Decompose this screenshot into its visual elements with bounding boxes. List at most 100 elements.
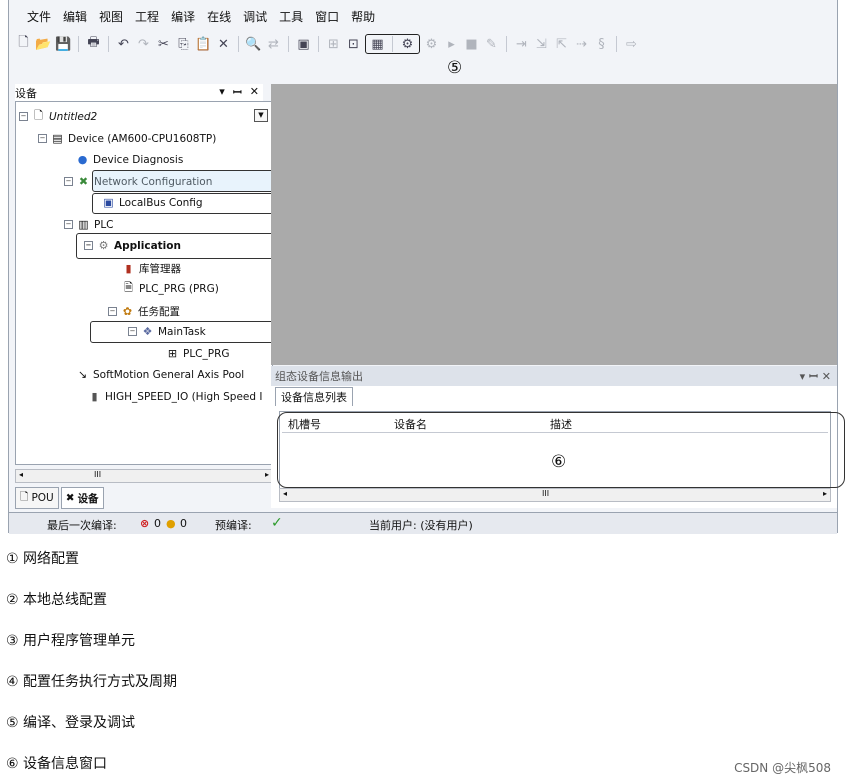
scroll-right-icon[interactable]: ▸ <box>823 489 827 498</box>
build-icon[interactable]: ▦ <box>369 36 386 53</box>
cut-icon[interactable]: ✂ <box>155 36 172 53</box>
run-to-cursor-icon[interactable]: ⇢ <box>573 36 590 53</box>
scroll-right-icon[interactable]: ▸ <box>265 470 269 479</box>
toolbar-separator <box>392 36 393 52</box>
collapse-icon[interactable]: − <box>108 307 117 316</box>
output-panel-buttons[interactable]: ▾ ꟷ ✕ <box>800 369 837 384</box>
collapse-icon[interactable]: − <box>19 112 28 121</box>
menu-view[interactable]: 视图 <box>93 6 129 28</box>
collapse-icon[interactable]: − <box>64 177 73 186</box>
menu-project[interactable]: 工程 <box>129 6 165 28</box>
delete-icon[interactable]: ✕ <box>215 36 232 53</box>
legend-item-6: ⑥ 设备信息窗口 <box>6 756 108 772</box>
menu-window[interactable]: 窗口 <box>309 6 345 28</box>
next-statement-icon[interactable]: ⇨ <box>623 36 640 53</box>
tab-devices[interactable]: ✖ 设备 <box>60 487 104 509</box>
tree-node-label: PLC_PRG <box>183 347 230 360</box>
open-folder-icon[interactable]: 📂 <box>35 36 52 53</box>
collapse-icon[interactable]: − <box>38 134 47 143</box>
tree-node-diagnosis[interactable]: ● Device Diagnosis <box>76 153 184 166</box>
breakpoint-icon[interactable]: § <box>593 36 610 53</box>
save-icon[interactable]: 💾 <box>55 36 72 53</box>
legend-item-5: ⑤ 编译、登录及调试 <box>6 715 136 731</box>
scroll-left-icon[interactable]: ◂ <box>283 489 287 498</box>
project-icon: 🗋 <box>34 109 43 122</box>
tab-device-info-list[interactable]: 设备信息列表 <box>275 387 353 406</box>
reset-icon[interactable]: ✎ <box>483 36 500 53</box>
tree-node-task-config[interactable]: − ✿ 任务配置 <box>108 304 180 319</box>
tree-node-maintask-prg[interactable]: ⊞ PLC_PRG <box>166 347 230 360</box>
run-icon[interactable]: ▸ <box>443 36 460 53</box>
toolbar-separator <box>616 36 617 52</box>
tree-horizontal-scrollbar[interactable]: ◂ III ▸ <box>15 469 273 483</box>
tab-label: 设备 <box>77 492 99 505</box>
menu-online[interactable]: 在线 <box>201 6 237 28</box>
toolbar-separator <box>238 36 239 52</box>
step-over-icon[interactable]: ⇥ <box>513 36 530 53</box>
highlight-application <box>76 233 284 259</box>
tree-node-device[interactable]: − ▤ Device (AM600-CPU1608TP) <box>38 132 216 145</box>
tree-node-label: Untitled2 <box>49 110 98 123</box>
undo-icon[interactable]: ↶ <box>115 36 132 53</box>
task-config-icon: ✿ <box>122 305 133 318</box>
menu-edit[interactable]: 编辑 <box>57 6 93 28</box>
tree-node-library[interactable]: ▮ 库管理器 <box>122 261 181 276</box>
login-icon[interactable]: ⚙ <box>399 36 416 53</box>
toolbar-separator <box>78 36 79 52</box>
legend-item-2: ② 本地总线配置 <box>6 592 108 608</box>
panel-menu-icon[interactable]: ▾ <box>219 85 225 100</box>
new-file-icon[interactable]: 🗋 <box>15 35 32 53</box>
menu-tools[interactable]: 工具 <box>273 6 309 28</box>
toolbar-separator <box>288 36 289 52</box>
output-horizontal-scrollbar[interactable]: ◂ III ▸ <box>279 488 831 502</box>
tab-pou[interactable]: 🗋 POU <box>15 487 59 509</box>
menu-debug[interactable]: 调试 <box>237 6 273 28</box>
logout-icon[interactable]: ⚙ <box>423 36 440 53</box>
highlight-maintask <box>90 321 284 343</box>
callout-6: ⑥ <box>551 452 567 472</box>
precompile-ok-icon: ✓ <box>271 515 283 531</box>
tree-node-label: PLC_PRG (PRG) <box>139 282 219 295</box>
paste-icon[interactable]: 📋 <box>195 36 212 53</box>
copy-icon[interactable]: ⎘ <box>175 36 192 53</box>
step-into-icon[interactable]: ⇲ <box>533 36 550 53</box>
legend-item-1: ① 网络配置 <box>6 551 80 567</box>
add-object-icon[interactable]: ⊞ <box>325 36 342 53</box>
error-icon: ⊗ <box>140 517 150 530</box>
collapse-icon[interactable]: − <box>64 220 73 229</box>
panel-close-icon[interactable]: ✕ <box>250 85 259 100</box>
device-icon: ▤ <box>52 132 63 145</box>
find-icon[interactable]: 🔍 <box>245 36 262 53</box>
devices-panel-title: 设备 <box>15 86 37 100</box>
tab-label: POU <box>31 492 54 504</box>
replace-icon[interactable]: ⇄ <box>265 36 282 53</box>
library-icon: ▮ <box>125 262 132 275</box>
legend-item-3: ③ 用户程序管理单元 <box>6 633 136 649</box>
tree-node-highspeed[interactable]: ▮ HIGH_SPEED_IO (High Speed I <box>88 390 262 403</box>
menu-build[interactable]: 编译 <box>165 6 201 28</box>
tree-node-label: PLC <box>94 218 114 231</box>
editor-area <box>271 84 837 365</box>
step-out-icon[interactable]: ⇱ <box>553 36 570 53</box>
tree-node-softmotion[interactable]: ↘ SoftMotion General Axis Pool <box>76 368 244 381</box>
output-panel-header: 组态设备信息输出 ▾ ꟷ ✕ <box>271 366 837 386</box>
new-object-icon[interactable]: ⊡ <box>345 36 362 53</box>
tree-node-plcprg[interactable]: 🗎 PLC_PRG (PRG) <box>122 281 219 295</box>
menu-help[interactable]: 帮助 <box>345 6 381 28</box>
stop-icon[interactable]: ■ <box>463 36 480 53</box>
tree-node-project[interactable]: − 🗋 Untitled2 <box>19 109 98 123</box>
print-icon[interactable]: 🖶 <box>85 35 102 53</box>
panel-pin-icon[interactable]: ꟷ <box>233 85 242 100</box>
tree-dropdown-icon[interactable]: ▼ <box>254 109 268 122</box>
last-compile-label: 最后一次编译: <box>47 519 117 532</box>
menu-file[interactable]: 文件 <box>21 6 57 28</box>
toolbar-separator <box>108 36 109 52</box>
window-icon[interactable]: ▣ <box>295 36 312 53</box>
redo-icon[interactable]: ↷ <box>135 36 152 53</box>
devices-icon: ✖ <box>65 492 75 504</box>
device-tree: ▼ − 🗋 Untitled2 − ▤ Device (AM600-CPU160… <box>15 101 273 465</box>
tree-node-plc[interactable]: − ▥ PLC <box>64 218 114 231</box>
network-icon: ✖ <box>78 175 89 188</box>
watermark: CSDN @尖枫508 <box>734 761 831 775</box>
scroll-left-icon[interactable]: ◂ <box>19 470 23 479</box>
